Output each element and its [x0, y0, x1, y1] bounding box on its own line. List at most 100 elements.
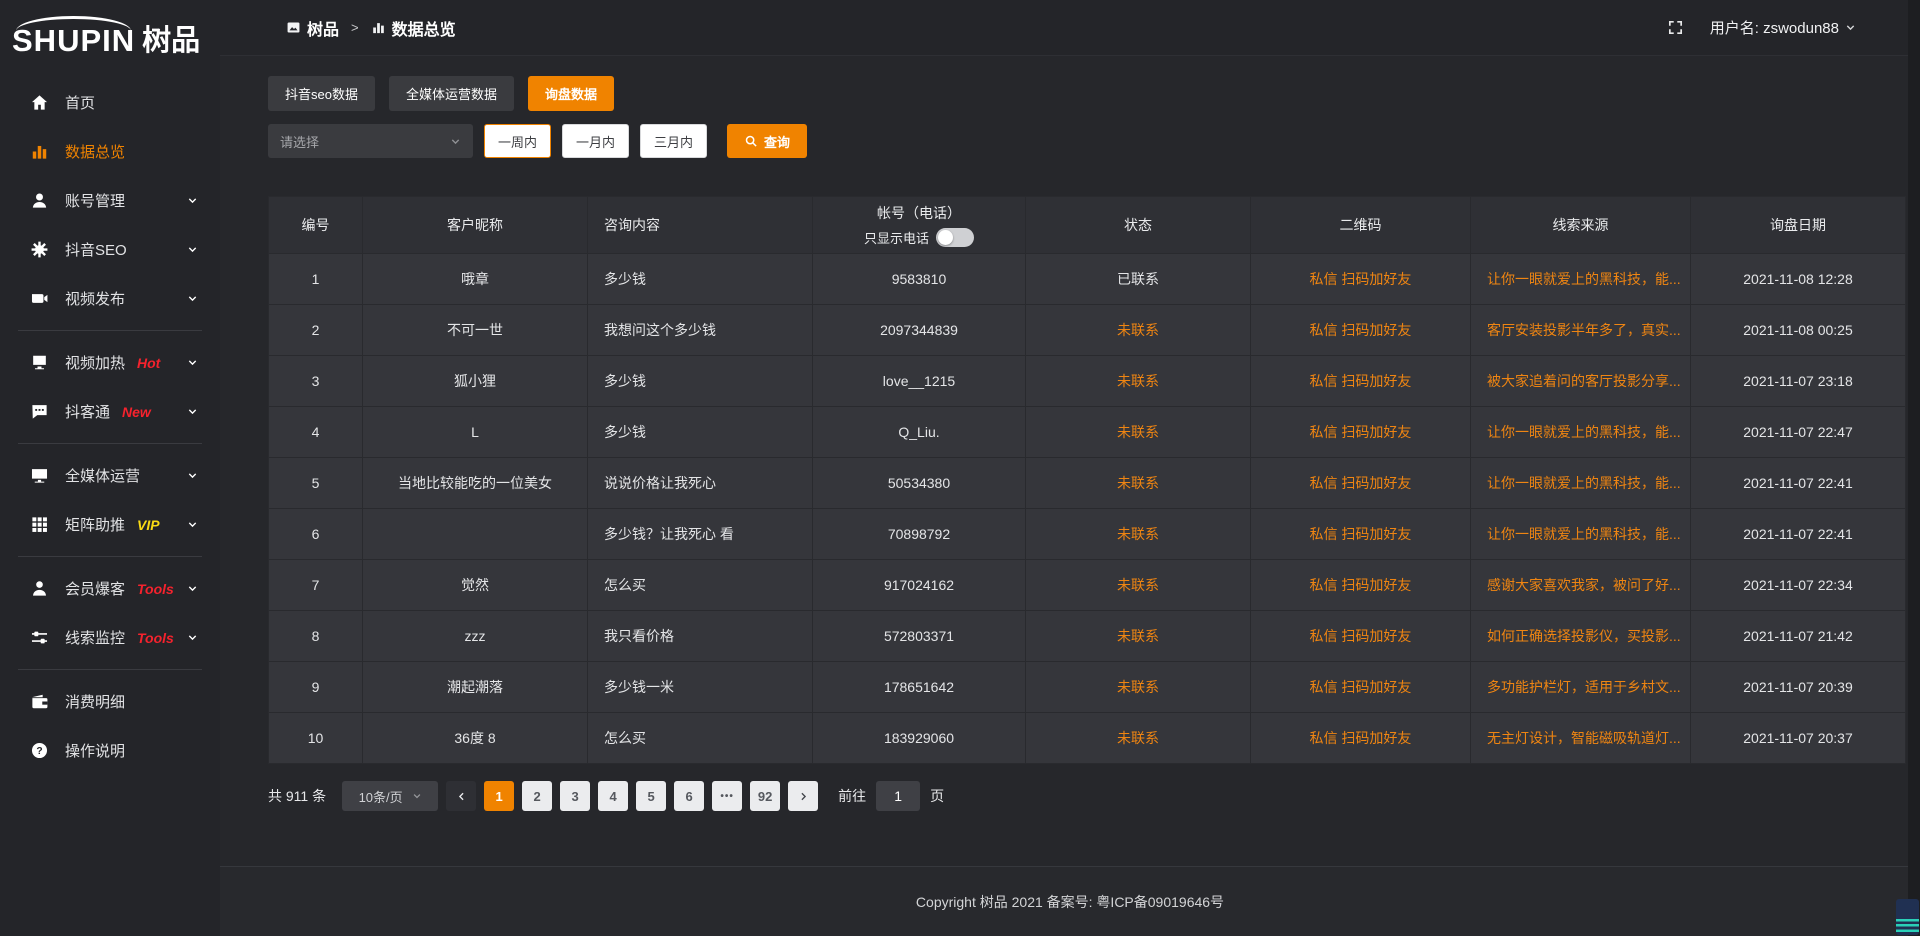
bar-chart-icon — [371, 20, 386, 35]
cell-status: 未联系 — [1026, 356, 1251, 407]
chevron-down-icon — [187, 632, 198, 643]
fullscreen-icon[interactable] — [1667, 19, 1684, 36]
tab-inquiry-data[interactable]: 询盘数据 — [528, 76, 614, 111]
sidebar-item-media-operation[interactable]: 全媒体运营 — [0, 451, 220, 500]
page-ellipsis[interactable]: ••• — [712, 781, 742, 811]
cell-source[interactable]: 让你一眼就爱上的黑科技，能... — [1471, 407, 1691, 458]
table-row: 8zzz我只看价格572803371未联系私信 扫码加好友如何正确选择投影仪，买… — [269, 611, 1906, 662]
period-button-three-months[interactable]: 三月内 — [640, 124, 707, 158]
cell-source[interactable]: 让你一眼就爱上的黑科技，能... — [1471, 458, 1691, 509]
page-button-4[interactable]: 4 — [598, 781, 628, 811]
sidebar-divider — [18, 443, 202, 444]
screen-icon — [30, 466, 49, 485]
tab-douyin-seo-data[interactable]: 抖音seo数据 — [268, 76, 375, 111]
period-button-one-week[interactable]: 一周内 — [484, 124, 551, 158]
cell-date: 2021-11-08 00:25 — [1691, 305, 1906, 356]
cell-source[interactable]: 感谢大家喜欢我家，被问了好... — [1471, 560, 1691, 611]
cell-source[interactable]: 如何正确选择投影仪，买投影... — [1471, 611, 1691, 662]
cell-account: 183929060 — [813, 713, 1026, 764]
select-placeholder: 请选择 — [280, 132, 319, 151]
cell-qr[interactable]: 私信 扫码加好友 — [1251, 254, 1471, 305]
logo[interactable]: SHUPIN 树品 — [0, 4, 220, 64]
phone-only-toggle[interactable] — [936, 228, 974, 247]
cell-no: 3 — [269, 356, 363, 407]
chevron-down-icon — [187, 244, 198, 255]
goto-label: 前往 — [838, 786, 866, 806]
cell-content: 多少钱 — [588, 254, 813, 305]
sidebar-item-video-heating[interactable]: 视频加热Hot — [0, 338, 220, 387]
sidebar-item-home[interactable]: 首页 — [0, 78, 220, 127]
page-button-2[interactable]: 2 — [522, 781, 552, 811]
sidebar-item-matrix-boost[interactable]: 矩阵助推VIP — [0, 500, 220, 549]
cell-source[interactable]: 多功能护栏灯，适用于乡村文... — [1471, 662, 1691, 713]
cell-qr[interactable]: 私信 扫码加好友 — [1251, 713, 1471, 764]
cell-no: 10 — [269, 713, 363, 764]
cell-qr[interactable]: 私信 扫码加好友 — [1251, 611, 1471, 662]
account-select[interactable]: 请选择 — [268, 124, 473, 158]
chevron-down-icon — [187, 357, 198, 368]
cell-source[interactable]: 客厅安装投影半年多了，真实... — [1471, 305, 1691, 356]
pagination: 共 911 条 10条/页 123456•••92 前往 页 — [268, 781, 1920, 811]
cell-source[interactable]: 让你一眼就爱上的黑科技，能... — [1471, 254, 1691, 305]
footer: Copyright 树品 2021 备案号: 粤ICP备09019646号 — [220, 866, 1920, 936]
cell-qr[interactable]: 私信 扫码加好友 — [1251, 662, 1471, 713]
cell-qr[interactable]: 私信 扫码加好友 — [1251, 407, 1471, 458]
column-header-3: 帐号（电话）只显示电话 — [813, 197, 1026, 254]
cell-status: 未联系 — [1026, 611, 1251, 662]
period-button-one-month[interactable]: 一月内 — [562, 124, 629, 158]
tab-media-operation-data[interactable]: 全媒体运营数据 — [389, 76, 514, 111]
cell-source[interactable]: 让你一眼就爱上的黑科技，能... — [1471, 509, 1691, 560]
cell-qr[interactable]: 私信 扫码加好友 — [1251, 509, 1471, 560]
sidebar-item-label: 矩阵助推 — [65, 514, 125, 535]
page-button-3[interactable]: 3 — [560, 781, 590, 811]
breadcrumb-separator: > — [351, 20, 359, 35]
chevron-right-icon — [798, 791, 809, 802]
sidebar-item-video-publish[interactable]: 视频发布 — [0, 274, 220, 323]
sidebar-item-member-burst[interactable]: 会员爆客Tools — [0, 564, 220, 613]
cell-account: 178651642 — [813, 662, 1026, 713]
sidebar-item-douyin-seo[interactable]: 抖音SEO — [0, 225, 220, 274]
sidebar-item-label: 抖客通 — [65, 401, 110, 422]
cell-qr[interactable]: 私信 扫码加好友 — [1251, 305, 1471, 356]
page-button-6[interactable]: 6 — [674, 781, 704, 811]
user-menu[interactable]: 用户名: zswodun88 — [1710, 17, 1856, 38]
sidebar-divider — [18, 556, 202, 557]
prev-page-button[interactable] — [446, 781, 476, 811]
table-row: 5当地比较能吃的一位美女说说价格让我死心50534380未联系私信 扫码加好友让… — [269, 458, 1906, 509]
page-button-92[interactable]: 92 — [750, 781, 780, 811]
sidebar-item-data-overview[interactable]: 数据总览 — [0, 127, 220, 176]
search-button[interactable]: 查询 — [727, 124, 807, 158]
cell-content: 多少钱 — [588, 407, 813, 458]
next-page-button[interactable] — [788, 781, 818, 811]
corner-widget[interactable] — [1896, 899, 1919, 935]
page-size-select[interactable]: 10条/页 — [342, 781, 438, 811]
logo-cn: 树品 — [142, 27, 200, 56]
goto-page-input[interactable] — [876, 781, 920, 811]
cell-qr[interactable]: 私信 扫码加好友 — [1251, 560, 1471, 611]
cell-source[interactable]: 无主灯设计，智能磁吸轨道灯... — [1471, 713, 1691, 764]
breadcrumb-root[interactable]: 树品 — [307, 16, 339, 40]
cell-qr[interactable]: 私信 扫码加好友 — [1251, 356, 1471, 407]
image-icon — [286, 20, 301, 35]
page-button-5[interactable]: 5 — [636, 781, 666, 811]
cell-content: 多少钱？让我死心 看 — [588, 509, 813, 560]
pagination-total: 共 911 条 — [268, 786, 326, 806]
cell-no: 7 — [269, 560, 363, 611]
chevron-down-icon — [187, 293, 198, 304]
sidebar-item-account-management[interactable]: 账号管理 — [0, 176, 220, 225]
cell-content: 多少钱 — [588, 356, 813, 407]
cell-content: 我只看价格 — [588, 611, 813, 662]
cell-source[interactable]: 被大家追着问的客厅投影分享... — [1471, 356, 1691, 407]
cell-qr[interactable]: 私信 扫码加好友 — [1251, 458, 1471, 509]
sidebar-item-consumption-detail[interactable]: 消费明细 — [0, 677, 220, 726]
page-button-1[interactable]: 1 — [484, 781, 514, 811]
breadcrumb-current: 数据总览 — [392, 16, 456, 40]
sidebar-item-operation-guide[interactable]: ?操作说明 — [0, 726, 220, 775]
sidebar-item-clue-monitor[interactable]: 线索监控Tools — [0, 613, 220, 662]
cell-account: 572803371 — [813, 611, 1026, 662]
sidebar-item-douketong[interactable]: 抖客通New — [0, 387, 220, 436]
page-scrollbar[interactable] — [1908, 0, 1920, 936]
cell-account: 50534380 — [813, 458, 1026, 509]
chevron-down-icon — [187, 195, 198, 206]
cell-status: 未联系 — [1026, 662, 1251, 713]
